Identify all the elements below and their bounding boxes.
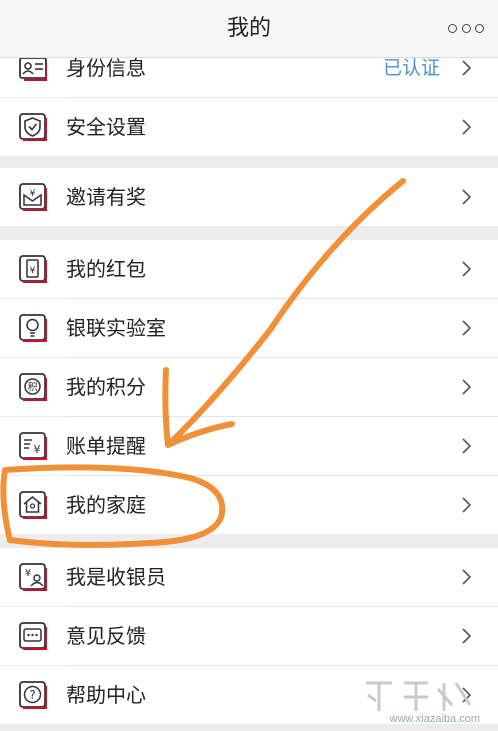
menu-item-label: 邀请有奖	[66, 185, 146, 209]
points-icon: 积	[19, 373, 47, 401]
svg-text:¥: ¥	[34, 443, 41, 456]
menu-item-label: 我的红包	[66, 257, 146, 281]
verified-status: 已认证	[382, 58, 440, 79]
menu-item-identity-info[interactable]: 身份信息 已认证	[0, 58, 498, 97]
svg-text:?: ?	[29, 688, 35, 702]
chevron-right-icon	[462, 628, 472, 644]
more-icon[interactable]	[448, 22, 484, 34]
bill-icon: ¥	[19, 432, 47, 460]
menu-list: 身份信息 已认证 安全设置 ¥ 邀请有奖 ¥ 我的红包 银联实验室 积 我的积分…	[0, 58, 498, 727]
menu-item-invite-reward[interactable]: ¥ 邀请有奖	[0, 168, 498, 226]
chevron-right-icon	[462, 119, 472, 135]
svg-text:¥: ¥	[30, 189, 36, 199]
menu-item-label: 身份信息	[66, 58, 146, 80]
gift-envelope-icon: ¥	[19, 183, 47, 211]
chevron-right-icon	[462, 261, 472, 277]
svg-text:¥: ¥	[30, 266, 36, 276]
id-card-icon	[19, 58, 47, 81]
menu-item-i-am-cashier[interactable]: ¥ 我是收银员	[0, 548, 498, 606]
svg-text:¥: ¥	[25, 568, 31, 579]
cashier-icon: ¥	[19, 563, 47, 591]
lightbulb-icon	[19, 314, 47, 342]
menu-item-label: 我是收银员	[66, 565, 166, 589]
chevron-right-icon	[462, 189, 472, 205]
chevron-right-icon	[462, 320, 472, 336]
menu-item-label: 我的积分	[66, 375, 146, 399]
menu-item-label: 帮助中心	[66, 683, 146, 707]
question-icon: ?	[19, 681, 47, 709]
svg-text:积: 积	[28, 382, 38, 394]
menu-item-label: 安全设置	[66, 115, 146, 139]
menu-item-feedback[interactable]: 意见反馈	[0, 607, 498, 665]
top-nav-bar: 我的	[0, 0, 498, 58]
menu-item-my-family[interactable]: 我的家庭	[0, 476, 498, 534]
chevron-right-icon	[462, 438, 472, 454]
watermark-text: www.xiazaiba.com	[389, 713, 480, 725]
menu-item-label: 账单提醒	[66, 434, 146, 458]
menu-item-unionpay-lab[interactable]: 银联实验室	[0, 299, 498, 357]
menu-item-my-red-packet[interactable]: ¥ 我的红包	[0, 240, 498, 298]
red-packet-icon: ¥	[19, 255, 47, 283]
chevron-right-icon	[462, 497, 472, 513]
chevron-right-icon	[462, 60, 472, 76]
chat-bubble-icon	[19, 622, 47, 650]
watermark-logo: www.xiazaiba.com	[352, 665, 492, 727]
menu-item-bill-reminder[interactable]: ¥ 账单提醒	[0, 417, 498, 475]
shield-icon	[19, 113, 47, 141]
chevron-right-icon	[462, 569, 472, 585]
house-icon	[19, 491, 47, 519]
menu-item-my-points[interactable]: 积 我的积分	[0, 358, 498, 416]
page-title: 我的	[226, 16, 271, 41]
menu-item-label: 银联实验室	[66, 316, 166, 340]
menu-item-label: 我的家庭	[66, 493, 146, 517]
chevron-right-icon	[462, 379, 472, 395]
menu-item-label: 意见反馈	[66, 624, 146, 648]
menu-item-security-settings[interactable]: 安全设置	[0, 98, 498, 156]
